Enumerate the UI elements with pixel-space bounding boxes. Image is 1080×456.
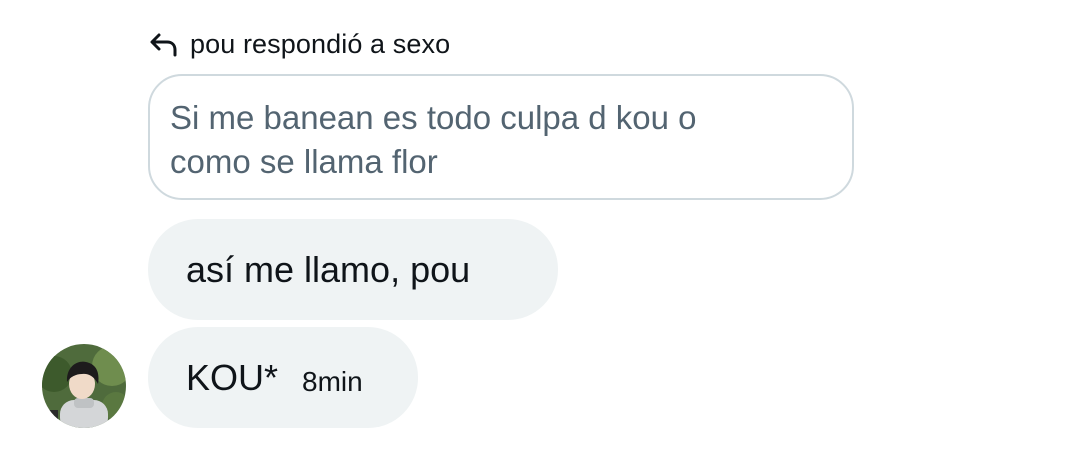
- quoted-message[interactable]: Si me banean es todo culpa d kou o como …: [148, 74, 854, 200]
- message-text: KOU*: [186, 356, 279, 398]
- quoted-message-line-2: como se llama flor: [170, 143, 438, 180]
- message-bubble[interactable]: así me llamo, pou: [148, 219, 558, 320]
- message-bubble[interactable]: KOU* 8min: [148, 327, 418, 428]
- reply-arrow-icon: [148, 28, 180, 60]
- message-text: así me llamo, pou: [186, 248, 471, 290]
- reply-context-text: pou respondió a sexo: [190, 28, 451, 59]
- reply-header: pou respondió a sexo: [148, 26, 450, 62]
- avatar[interactable]: [42, 344, 126, 428]
- message-timestamp: 8min: [302, 365, 363, 397]
- user-avatar-image: [42, 344, 126, 428]
- quoted-message-line-1: Si me banean es todo culpa d kou o: [170, 99, 697, 136]
